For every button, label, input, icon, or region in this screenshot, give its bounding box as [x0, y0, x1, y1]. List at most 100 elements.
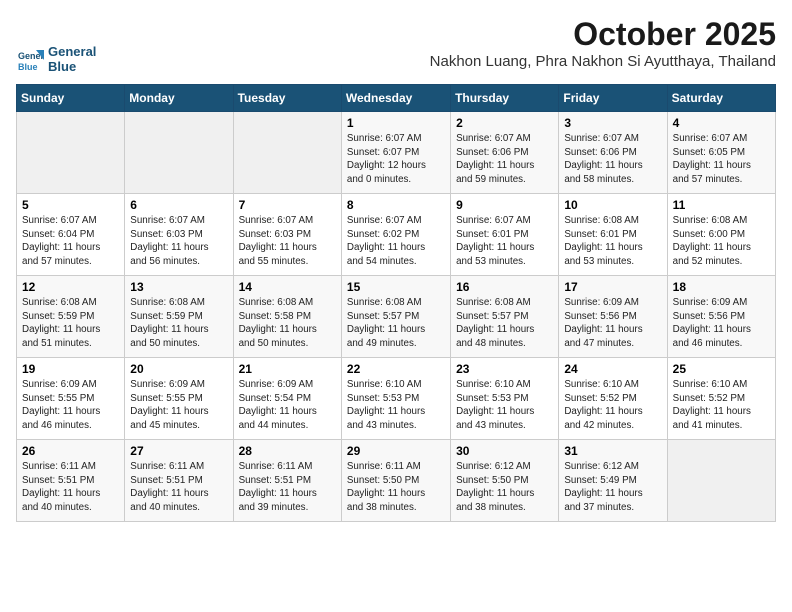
weekday-header-wednesday: Wednesday: [341, 85, 450, 112]
calendar-cell-w0d3: 1Sunrise: 6:07 AM Sunset: 6:07 PM Daylig…: [341, 112, 450, 194]
logo-text: General Blue: [48, 45, 96, 74]
calendar-cell-w0d2: [233, 112, 341, 194]
day-info: Sunrise: 6:09 AM Sunset: 5:56 PM Dayligh…: [564, 296, 661, 351]
calendar-cell-w0d6: 4 Sunrise: 6:07 AM Sunset: 6:05 PM Daylig…: [667, 112, 775, 194]
calendar-cell-w2d4: 16Sunrise: 6:08 AM Sunset: 5:57 PM Dayli…: [451, 276, 559, 358]
day-number: 4: [673, 116, 770, 130]
day-number: 23: [456, 362, 553, 376]
page-title: October 2025: [430, 16, 776, 53]
calendar-cell-w4d5: 31 Sunrise: 6:12 AM Sunset: 5:49 PM Dayli…: [559, 440, 667, 522]
weekday-header-sunday: Sunday: [17, 85, 125, 112]
calendar-cell-w1d4: 9 Sunrise: 6:07 AM Sunset: 6:01 PM Daylig…: [451, 194, 559, 276]
calendar-cell-w1d1: 6 Sunrise: 6:07 AM Sunset: 6:03 PM Daylig…: [125, 194, 233, 276]
day-info: Sunrise: 6:07 AM Sunset: 6:06 PM Dayligh…: [564, 132, 661, 187]
calendar-cell-w2d6: 18 Sunrise: 6:09 AM Sunset: 5:56 PM Dayli…: [667, 276, 775, 358]
day-info: Sunrise: 6:12 AM Sunset: 5:50 PM Dayligh…: [456, 460, 553, 515]
calendar-cell-w4d4: 30 Sunrise: 6:12 AM Sunset: 5:50 PM Dayli…: [451, 440, 559, 522]
calendar-cell-w1d3: 8 Sunrise: 6:07 AM Sunset: 6:02 PM Daylig…: [341, 194, 450, 276]
calendar-cell-w3d3: 22 Sunrise: 6:10 AM Sunset: 5:53 PM Dayli…: [341, 358, 450, 440]
calendar-cell-w3d4: 23 Sunrise: 6:10 AM Sunset: 5:53 PM Dayli…: [451, 358, 559, 440]
calendar-cell-w0d1: [125, 112, 233, 194]
day-info: Sunrise: 6:11 AM Sunset: 5:50 PM Dayligh…: [347, 460, 445, 515]
weekday-header-saturday: Saturday: [667, 85, 775, 112]
day-info: Sunrise: 6:08 AM Sunset: 5:57 PM Dayligh…: [347, 296, 445, 351]
day-info: Sunrise: 6:07 AM Sunset: 6:04 PM Dayligh…: [22, 214, 119, 269]
day-info: Sunrise: 6:09 AM Sunset: 5:54 PM Dayligh…: [239, 378, 336, 433]
day-number: 6: [130, 198, 227, 212]
calendar-cell-w4d0: 26 Sunrise: 6:11 AM Sunset: 5:51 PM Dayli…: [17, 440, 125, 522]
calendar-cell-w1d2: 7Sunrise: 6:07 AM Sunset: 6:03 PM Daylig…: [233, 194, 341, 276]
weekday-header-monday: Monday: [125, 85, 233, 112]
day-number: 24: [564, 362, 661, 376]
day-number: 14: [239, 280, 336, 294]
day-number: 27: [130, 444, 227, 458]
day-info: Sunrise: 6:07 AM Sunset: 6:01 PM Dayligh…: [456, 214, 553, 269]
calendar-cell-w2d0: 12 Sunrise: 6:08 AM Sunset: 5:59 PM Dayli…: [17, 276, 125, 358]
day-info: Sunrise: 6:11 AM Sunset: 5:51 PM Dayligh…: [22, 460, 119, 515]
day-info: Sunrise: 6:08 AM Sunset: 5:59 PM Dayligh…: [130, 296, 227, 351]
day-number: 29: [347, 444, 445, 458]
calendar-cell-w2d3: 15 Sunrise: 6:08 AM Sunset: 5:57 PM Dayli…: [341, 276, 450, 358]
day-number: 18: [673, 280, 770, 294]
day-number: 21: [239, 362, 336, 376]
day-info: Sunrise: 6:10 AM Sunset: 5:53 PM Dayligh…: [347, 378, 445, 433]
calendar-cell-w4d6: [667, 440, 775, 522]
logo-icon: General Blue: [16, 46, 44, 74]
calendar-cell-w2d2: 14Sunrise: 6:08 AM Sunset: 5:58 PM Dayli…: [233, 276, 341, 358]
weekday-header-tuesday: Tuesday: [233, 85, 341, 112]
calendar-cell-w1d6: 11 Sunrise: 6:08 AM Sunset: 6:00 PM Dayli…: [667, 194, 775, 276]
calendar-cell-w3d2: 21 Sunrise: 6:09 AM Sunset: 5:54 PM Dayli…: [233, 358, 341, 440]
day-info: Sunrise: 6:07 AM Sunset: 6:06 PM Dayligh…: [456, 132, 553, 187]
day-info: Sunrise: 6:08 AM Sunset: 5:57 PM Dayligh…: [456, 296, 553, 351]
day-number: 25: [673, 362, 770, 376]
day-info: Sunrise: 6:08 AM Sunset: 6:00 PM Dayligh…: [673, 214, 770, 269]
day-number: 30: [456, 444, 553, 458]
calendar-cell-w0d0: [17, 112, 125, 194]
day-number: 19: [22, 362, 119, 376]
day-info: Sunrise: 6:08 AM Sunset: 6:01 PM Dayligh…: [564, 214, 661, 269]
svg-text:Blue: Blue: [18, 62, 38, 72]
day-number: 8: [347, 198, 445, 212]
day-info: Sunrise: 6:09 AM Sunset: 5:55 PM Dayligh…: [22, 378, 119, 433]
title-section: October 2025 Nakhon Luang, Phra Nakhon S…: [430, 16, 776, 76]
page-subtitle: Nakhon Luang, Phra Nakhon Si Ayutthaya, …: [430, 53, 776, 70]
calendar-cell-w2d5: 17 Sunrise: 6:09 AM Sunset: 5:56 PM Dayli…: [559, 276, 667, 358]
day-number: 31: [564, 444, 661, 458]
calendar-cell-w1d5: 10Sunrise: 6:08 AM Sunset: 6:01 PM Dayli…: [559, 194, 667, 276]
day-info: Sunrise: 6:11 AM Sunset: 5:51 PM Dayligh…: [130, 460, 227, 515]
calendar-cell-w0d5: 3 Sunrise: 6:07 AM Sunset: 6:06 PM Daylig…: [559, 112, 667, 194]
day-info: Sunrise: 6:10 AM Sunset: 5:53 PM Dayligh…: [456, 378, 553, 433]
calendar-cell-w3d0: 19 Sunrise: 6:09 AM Sunset: 5:55 PM Dayli…: [17, 358, 125, 440]
day-info: Sunrise: 6:07 AM Sunset: 6:02 PM Dayligh…: [347, 214, 445, 269]
day-number: 28: [239, 444, 336, 458]
day-info: Sunrise: 6:10 AM Sunset: 5:52 PM Dayligh…: [564, 378, 661, 433]
calendar-cell-w4d2: 28 Sunrise: 6:11 AM Sunset: 5:51 PM Dayli…: [233, 440, 341, 522]
calendar-cell-w2d1: 13 Sunrise: 6:08 AM Sunset: 5:59 PM Dayli…: [125, 276, 233, 358]
calendar-cell-w3d1: 20Sunrise: 6:09 AM Sunset: 5:55 PM Dayli…: [125, 358, 233, 440]
day-number: 9: [456, 198, 553, 212]
calendar-cell-w4d1: 27 Sunrise: 6:11 AM Sunset: 5:51 PM Dayli…: [125, 440, 233, 522]
day-info: Sunrise: 6:08 AM Sunset: 5:59 PM Dayligh…: [22, 296, 119, 351]
calendar-cell-w1d0: 5 Sunrise: 6:07 AM Sunset: 6:04 PM Daylig…: [17, 194, 125, 276]
day-number: 26: [22, 444, 119, 458]
day-number: 11: [673, 198, 770, 212]
day-info: Sunrise: 6:11 AM Sunset: 5:51 PM Dayligh…: [239, 460, 336, 515]
day-number: 7: [239, 198, 336, 212]
day-number: 3: [564, 116, 661, 130]
day-info: Sunrise: 6:07 AM Sunset: 6:03 PM Dayligh…: [130, 214, 227, 269]
day-number: 2: [456, 116, 553, 130]
day-number: 5: [22, 198, 119, 212]
calendar-cell-w3d5: 24 Sunrise: 6:10 AM Sunset: 5:52 PM Dayli…: [559, 358, 667, 440]
day-info: Sunrise: 6:12 AM Sunset: 5:49 PM Dayligh…: [564, 460, 661, 515]
day-number: 13: [130, 280, 227, 294]
calendar-cell-w3d6: 25Sunrise: 6:10 AM Sunset: 5:52 PM Dayli…: [667, 358, 775, 440]
calendar-cell-w0d4: 2 Sunrise: 6:07 AM Sunset: 6:06 PM Daylig…: [451, 112, 559, 194]
day-number: 22: [347, 362, 445, 376]
day-info: Sunrise: 6:09 AM Sunset: 5:55 PM Dayligh…: [130, 378, 227, 433]
day-info: Sunrise: 6:09 AM Sunset: 5:56 PM Dayligh…: [673, 296, 770, 351]
calendar-cell-w4d3: 29 Sunrise: 6:11 AM Sunset: 5:50 PM Dayli…: [341, 440, 450, 522]
day-number: 12: [22, 280, 119, 294]
day-number: 15: [347, 280, 445, 294]
day-number: 17: [564, 280, 661, 294]
day-info: Sunrise: 6:07 AM Sunset: 6:05 PM Dayligh…: [673, 132, 770, 187]
